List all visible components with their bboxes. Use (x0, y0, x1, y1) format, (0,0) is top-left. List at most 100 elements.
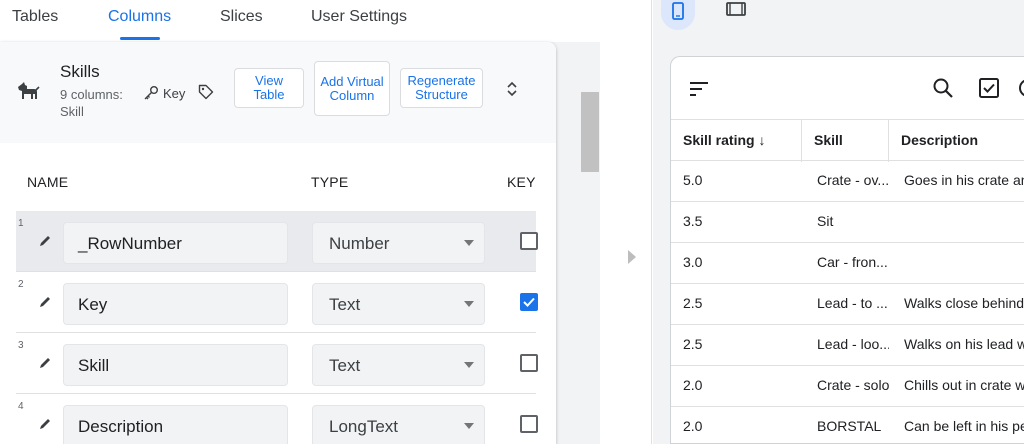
label-column: Skill (60, 104, 84, 119)
rating-cell: 3.5 (683, 213, 703, 229)
row-number: 4 (18, 401, 24, 412)
sort-icon[interactable] (687, 77, 711, 101)
column-type-select[interactable]: Text (312, 283, 485, 325)
description-cell: Walks on his lead w (904, 336, 1024, 352)
editor-tab-bar: Tables Columns Slices User Settings (0, 0, 600, 42)
column-row[interactable]: 1 _RowNumber Number (16, 211, 538, 272)
rating-cell: 2.0 (683, 418, 703, 434)
type-column-header: TYPE (311, 174, 349, 190)
column-row[interactable]: 4 Description LongText (16, 394, 538, 444)
expand-arrow-icon[interactable] (628, 250, 636, 264)
rating-cell: 5.0 (683, 172, 703, 188)
active-tab-indicator (120, 37, 160, 40)
skill-cell: Lead - loo... (817, 336, 889, 352)
row-number: 2 (18, 279, 24, 290)
column-type-select[interactable]: Text (312, 344, 485, 386)
dropdown-caret-icon (464, 423, 474, 429)
column-type-select[interactable]: LongText (312, 405, 485, 444)
table-name: Skills (60, 62, 100, 81)
skill-cell: BORSTAL (817, 418, 882, 434)
skill-cell: Crate - solo (817, 377, 889, 393)
column-count: 9 columns: (60, 87, 123, 102)
key-info[interactable]: Key (143, 85, 185, 101)
column-type-value: LongText (329, 417, 398, 436)
checkmark-icon (523, 297, 535, 307)
column-name-field[interactable]: Description (63, 405, 288, 444)
table-row[interactable]: 2.0 BORSTAL Can be left in his pe (671, 407, 1024, 443)
table-card-header: Skills 9 columns: Skill Key View Table A… (0, 42, 556, 143)
scrollbar-thumb[interactable] (581, 92, 599, 172)
more-options-icon[interactable] (1016, 76, 1024, 100)
table-row[interactable]: 2.5 Lead - to ... Walks close behind (671, 284, 1024, 325)
tab-slices[interactable]: Slices (220, 8, 263, 26)
app-root: Tables Columns Slices User Settings Skil… (0, 0, 1024, 444)
pencil-icon[interactable] (38, 417, 52, 431)
skill-cell: Crate - ov... (817, 172, 889, 188)
description-cell: Can be left in his pe (904, 418, 1024, 434)
key-checkbox[interactable] (520, 354, 538, 372)
key-checkbox[interactable] (520, 293, 538, 311)
column-type-select[interactable]: Number (312, 222, 485, 264)
pane-splitter[interactable] (600, 0, 652, 444)
tag-icon[interactable] (198, 84, 214, 100)
table-row[interactable]: 3.0 Car - fron... (671, 243, 1024, 284)
dropdown-caret-icon (464, 362, 474, 368)
header-skill[interactable]: Skill (802, 120, 889, 162)
dropdown-caret-icon (464, 301, 474, 307)
column-name-field[interactable]: _RowNumber (63, 222, 288, 264)
column-name-field[interactable]: Skill (63, 344, 288, 386)
preview-table-header: Skill rating ↓ Skill Description (671, 119, 1024, 162)
key-icon (144, 86, 158, 100)
column-row[interactable]: 3 Skill Text (16, 333, 538, 394)
view-table-button[interactable]: View Table (234, 68, 304, 108)
description-cell: Chills out in crate w (904, 377, 1024, 393)
description-cell: Goes in his crate and (904, 172, 1024, 188)
regenerate-structure-button[interactable]: Regenerate Structure (400, 68, 483, 108)
table-row[interactable]: 2.0 Crate - solo Chills out in crate w (671, 366, 1024, 407)
description-cell (892, 202, 1024, 242)
tab-user-settings[interactable]: User Settings (311, 8, 407, 26)
column-name-field[interactable]: Key (63, 283, 288, 325)
tab-tables[interactable]: Tables (12, 8, 58, 26)
key-column-header: KEY? (507, 174, 536, 190)
skill-cell: Lead - to ... (817, 295, 888, 311)
rating-cell: 2.5 (683, 295, 703, 311)
rating-cell: 2.0 (683, 377, 703, 393)
app-preview-frame: Skill rating ↓ Skill Description 5.0 Cra… (670, 56, 1024, 444)
key-checkbox[interactable] (520, 232, 538, 250)
column-row[interactable]: 2 Key Text (16, 272, 538, 333)
description-cell: Walks close behind (904, 295, 1024, 311)
description-cell (892, 243, 1024, 283)
select-checkbox-icon[interactable] (977, 76, 1001, 100)
key-checkbox[interactable] (520, 415, 538, 433)
tab-columns[interactable]: Columns (108, 8, 171, 26)
mobile-view-button[interactable] (661, 0, 695, 30)
search-icon[interactable] (931, 76, 955, 100)
key-label: Key (163, 85, 186, 101)
dropdown-caret-icon (464, 240, 474, 246)
rating-cell: 2.5 (683, 336, 703, 352)
header-skill-rating[interactable]: Skill rating ↓ (671, 120, 802, 162)
preview-toolbar (671, 57, 1024, 119)
table-meta: 9 columns: Skill (60, 86, 123, 120)
dog-icon (18, 82, 40, 99)
phone-icon (672, 2, 684, 20)
pencil-icon[interactable] (38, 295, 52, 309)
rating-cell: 3.0 (683, 254, 703, 270)
expand-collapse-icon[interactable] (504, 80, 520, 98)
header-description[interactable]: Description (889, 120, 1024, 162)
add-virtual-column-button[interactable]: Add Virtual Column (314, 61, 390, 116)
skill-cell: Sit (817, 213, 834, 229)
table-row[interactable]: 2.5 Lead - loo... Walks on his lead w (671, 325, 1024, 366)
name-column-header: NAME (27, 174, 69, 190)
column-type-value: Text (329, 295, 361, 314)
tablet-view-button[interactable] (720, 0, 754, 30)
tablet-icon (726, 2, 746, 16)
skill-cell: Car - fron... (817, 254, 888, 270)
table-row[interactable]: 3.5 Sit (671, 202, 1024, 243)
columns-pane: Skills 9 columns: Skill Key View Table A… (0, 42, 600, 444)
column-type-value: Number (329, 234, 390, 253)
pencil-icon[interactable] (38, 234, 52, 248)
pencil-icon[interactable] (38, 356, 52, 370)
table-row[interactable]: 5.0 Crate - ov... Goes in his crate and (671, 161, 1024, 202)
